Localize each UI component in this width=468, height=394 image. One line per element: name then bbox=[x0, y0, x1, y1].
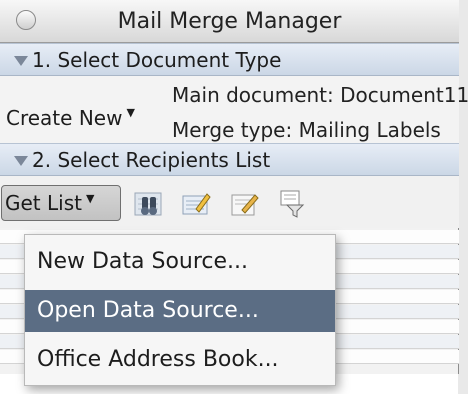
get-list-button[interactable]: Get List ▼ bbox=[1, 185, 121, 221]
section-header-document-type[interactable]: 1. Select Document Type bbox=[0, 43, 459, 76]
disclosure-triangle-icon[interactable] bbox=[14, 56, 28, 66]
get-list-label: Get List bbox=[5, 191, 82, 215]
chevron-down-icon: ▼ bbox=[85, 192, 95, 205]
section-label: 2. Select Recipients List bbox=[32, 148, 271, 172]
menu-item-open-data-source[interactable]: Open Data Source... bbox=[25, 290, 335, 332]
chevron-down-icon: ▼ bbox=[126, 106, 135, 119]
window-title: Mail Merge Manager bbox=[117, 9, 342, 34]
section-label: 1. Select Document Type bbox=[32, 48, 282, 72]
main-document-info: Main document: Document11 bbox=[172, 83, 468, 107]
menu-item-new-data-source[interactable]: New Data Source... bbox=[25, 241, 335, 283]
background-window bbox=[458, 0, 468, 394]
filter-recipients-icon[interactable] bbox=[277, 189, 309, 219]
edit-document-icon[interactable] bbox=[228, 189, 260, 219]
edit-list-icon[interactable] bbox=[180, 189, 212, 219]
get-list-menu: New Data Source... Open Data Source... O… bbox=[24, 234, 336, 386]
find-records-icon[interactable] bbox=[133, 189, 165, 219]
disclosure-triangle-icon[interactable] bbox=[14, 156, 28, 166]
section-header-recipients[interactable]: 2. Select Recipients List bbox=[0, 143, 459, 176]
merge-type-info: Merge type: Mailing Labels bbox=[172, 118, 441, 142]
create-new-button[interactable]: Create New ▼ bbox=[6, 104, 135, 132]
menu-item-office-address-book[interactable]: Office Address Book... bbox=[25, 339, 335, 381]
create-new-label: Create New bbox=[6, 106, 123, 130]
